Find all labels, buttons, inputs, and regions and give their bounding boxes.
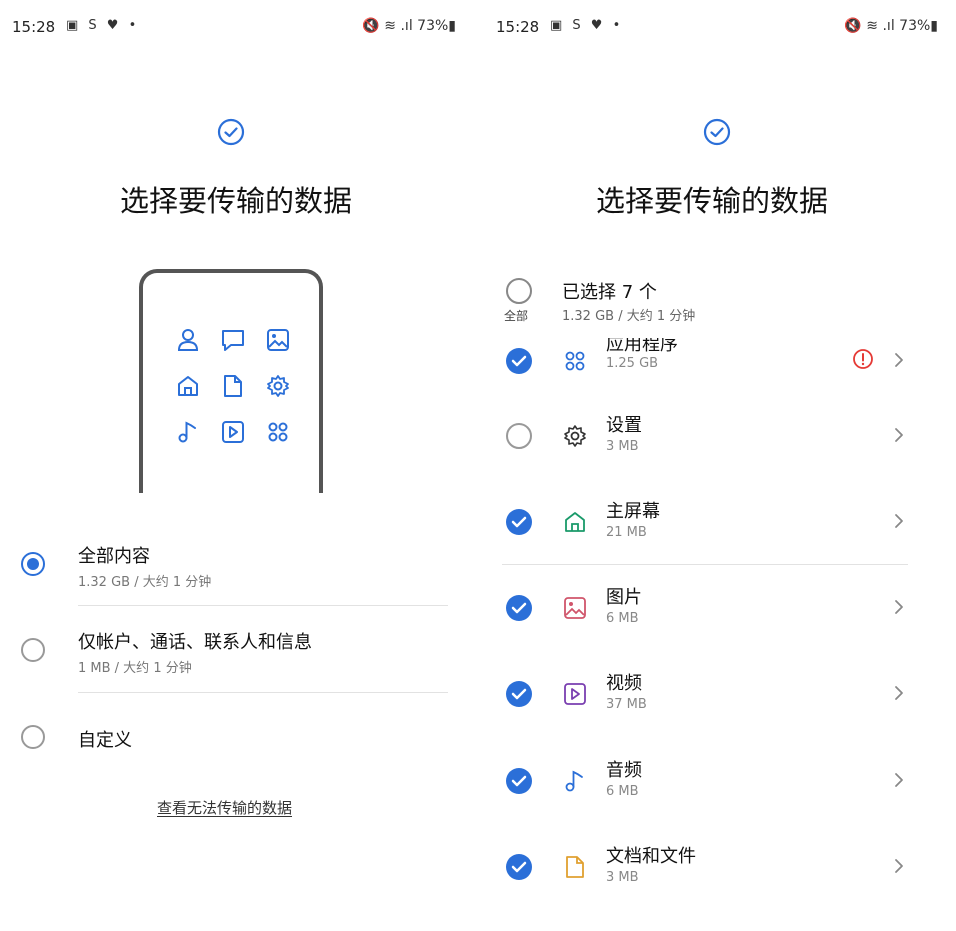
option-all-content-label[interactable]: 全部内容 [78,542,150,568]
chevron-right-icon[interactable] [892,350,906,370]
chevron-right-icon[interactable] [892,770,906,790]
settings-size: 3 MB [606,439,639,454]
document-icon [224,375,242,397]
audio-label: 音频 [606,760,642,781]
video-size: 37 MB [606,697,647,712]
audio-size: 6 MB [606,784,639,799]
pictures-checkbox[interactable] [506,595,532,621]
status-bar: 15:28 ▣ S ♥ • 🔇 ≋ .ıl 73%▮ [0,18,478,42]
selected-count: 已选择 7 个 [562,282,657,303]
gear-icon [267,375,289,397]
pictures-size: 6 MB [606,611,639,626]
check-circle-icon [703,118,731,146]
status-time: 15:28 [496,18,540,36]
option-all-content-sub: 1.32 GB / 大约 1 分钟 [78,575,212,590]
documents-size: 3 MB [606,870,639,885]
video-checkbox[interactable] [506,681,532,707]
image-icon [267,329,289,351]
chevron-right-icon[interactable] [892,856,906,876]
document-icon [566,856,584,878]
radio-all-content[interactable] [21,552,45,576]
option-custom-label[interactable]: 自定义 [78,726,132,752]
list-item-audio[interactable]: 音频 6 MB [478,756,956,816]
video-label: 视频 [606,673,642,694]
apps-checkbox[interactable] [506,348,532,374]
video-icon [222,421,244,443]
radio-accounts-only[interactable] [21,638,45,662]
home-icon [178,376,198,396]
home-screen-checkbox[interactable] [506,509,532,535]
system-status-icons: 🔇 ≋ .ıl 73%▮ [362,18,456,34]
home-screen-size: 21 MB [606,525,647,540]
list-item-pictures[interactable]: 图片 6 MB [478,583,956,643]
message-icon [222,330,244,351]
list-item-settings[interactable]: 设置 3 MB [478,411,956,471]
view-untransferable-link[interactable]: 查看无法传输的数据 [157,797,292,818]
list-item-apps[interactable]: 应用程序 1.25 GB [478,336,956,396]
radio-custom[interactable] [21,725,45,749]
music-icon [178,421,196,443]
image-icon [564,597,586,619]
contact-icon [177,329,199,351]
divider [78,692,448,693]
page-title: 选择要传输的数据 [119,184,352,218]
chevron-right-icon[interactable] [892,511,906,531]
home-screen-label: 主屏幕 [606,501,660,522]
selected-size: 1.32 GB / 大约 1 分钟 [562,309,696,324]
system-status-icons: 🔇 ≋ .ıl 73%▮ [844,18,938,34]
list-item-home-screen[interactable]: 主屏幕 21 MB [478,497,956,557]
check-circle-icon [217,118,245,146]
divider [78,605,448,606]
notification-icons: ▣ S ♥ • [66,18,140,33]
page-title: 选择要传输的数据 [595,184,828,218]
apps-size: 1.25 GB [606,356,659,371]
chevron-right-icon[interactable] [892,425,906,445]
status-bar: 15:28 ▣ S ♥ • 🔇 ≋ .ıl 73%▮ [478,18,956,42]
music-icon [565,770,583,792]
list-item-video[interactable]: 视频 37 MB [478,669,956,729]
warning-icon[interactable] [852,348,874,370]
pictures-label: 图片 [606,587,642,608]
gear-icon [564,425,586,447]
select-all-checkbox[interactable] [506,278,532,304]
documents-checkbox[interactable] [506,854,532,880]
status-time: 15:28 [12,18,56,36]
apps-label: 应用程序 [606,334,678,355]
left-screen: 15:28 ▣ S ♥ • 🔇 ≋ .ıl 73%▮ 选择要传输的数据 全部内容… [0,0,478,931]
notification-icons: ▣ S ♥ • [550,18,624,33]
option-accounts-only-label[interactable]: 仅帐户、通话、联系人和信息 [78,628,312,654]
right-screen: 15:28 ▣ S ♥ • 🔇 ≋ .ıl 73%▮ 选择要传输的数据 全部 已… [478,0,956,931]
video-icon [564,683,586,705]
chevron-right-icon[interactable] [892,597,906,617]
option-accounts-only-sub: 1 MB / 大约 1 分钟 [78,661,192,676]
select-all-label: 全部 [504,309,529,323]
audio-checkbox[interactable] [506,768,532,794]
documents-label: 文档和文件 [606,846,696,867]
settings-checkbox[interactable] [506,423,532,449]
divider [502,564,908,565]
list-item-documents[interactable]: 文档和文件 3 MB [478,842,956,902]
chevron-right-icon[interactable] [892,683,906,703]
apps-icon [268,422,288,442]
apps-icon [565,351,585,371]
phone-illustration [139,269,323,493]
home-icon [565,512,585,532]
settings-label: 设置 [606,415,642,436]
